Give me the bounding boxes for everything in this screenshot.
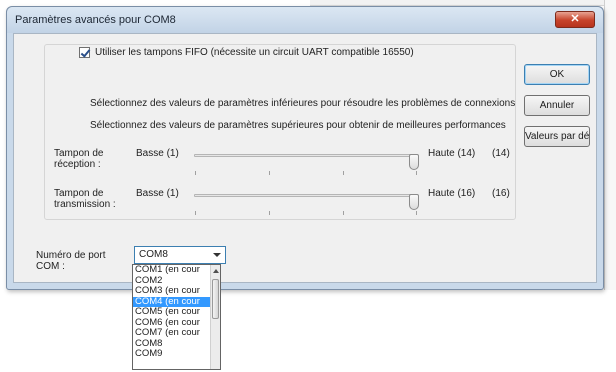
- close-icon: ✕: [570, 13, 580, 25]
- advanced-settings-dialog: Paramètres avancés pour COM8 ✕ Utiliser …: [6, 6, 604, 290]
- transmit-buffer-row: Tampon de transmission : Basse (1) Haute…: [54, 188, 524, 218]
- transmit-value: (16): [492, 188, 510, 199]
- dialog-title: Paramètres avancés pour COM8: [15, 14, 176, 26]
- slider-tick: [416, 171, 417, 175]
- dropdown-options: COM1 (en cour COM2 COM3 (en cour COM4 (en c…: [133, 265, 211, 360]
- cancel-button[interactable]: Annuler: [524, 95, 590, 116]
- com-port-label: Numéro de port COM :: [36, 250, 106, 272]
- receive-buffer-label: Tampon de réception :: [54, 148, 104, 170]
- receive-low-label: Basse (1): [136, 148, 179, 159]
- fifo-checkbox[interactable]: [79, 47, 90, 58]
- receive-slider-thumb[interactable]: [409, 154, 419, 170]
- dropdown-option[interactable]: COM5 (en cour: [133, 307, 211, 318]
- transmit-buffer-label: Tampon de transmission :: [54, 188, 116, 210]
- slider-tick: [416, 211, 417, 215]
- background-window-edge-right: [604, 0, 616, 290]
- receive-high-label: Haute (14): [428, 148, 476, 159]
- dropdown-option[interactable]: COM7 (en cour: [133, 328, 211, 339]
- com-port-select[interactable]: COM8: [134, 246, 226, 264]
- transmit-high-label: Haute (16): [428, 188, 476, 199]
- dropdown-option[interactable]: COM4 (en cour: [133, 296, 211, 307]
- slider-tick: [195, 171, 196, 175]
- scrollbar-thumb[interactable]: [212, 279, 219, 319]
- com-port-selected-value: COM8: [139, 249, 168, 260]
- dropdown-option[interactable]: COM3 (en cour: [133, 286, 211, 297]
- dialog-body: Utiliser les tampons FIFO (nécessite un …: [13, 33, 597, 283]
- transmit-buffer-slider[interactable]: [194, 194, 419, 215]
- close-button[interactable]: ✕: [555, 11, 595, 28]
- dropdown-option[interactable]: COM1 (en cour: [133, 265, 211, 276]
- fifo-option[interactable]: Utiliser les tampons FIFO (nécessite un …: [75, 47, 418, 58]
- description-higher: Sélectionnez des valeurs de paramètres s…: [90, 120, 506, 131]
- description-lower: Sélectionnez des valeurs de paramètres i…: [90, 98, 516, 109]
- dropdown-scrollbar[interactable]: [210, 265, 220, 369]
- dropdown-option[interactable]: COM6 (en cour: [133, 318, 211, 329]
- slider-tick: [269, 171, 270, 175]
- transmit-low-label: Basse (1): [136, 188, 179, 199]
- ok-button[interactable]: OK: [524, 64, 590, 85]
- slider-tick: [195, 211, 196, 215]
- slider-tick: [343, 211, 344, 215]
- dropdown-option[interactable]: COM9: [133, 349, 211, 360]
- transmit-slider-thumb[interactable]: [409, 194, 419, 210]
- title-bar[interactable]: Paramètres avancés pour COM8 ✕: [7, 7, 603, 33]
- chevron-up-icon[interactable]: [213, 269, 219, 273]
- receive-value: (14): [492, 148, 510, 159]
- receive-buffer-row: Tampon de réception : Basse (1) Haute (1…: [54, 148, 524, 178]
- com-port-dropdown-list[interactable]: COM1 (en cour COM2 COM3 (en cour COM4 (en c…: [132, 264, 221, 370]
- slider-tick: [269, 211, 270, 215]
- fifo-label: Utiliser les tampons FIFO (nécessite un …: [95, 47, 414, 58]
- defaults-button[interactable]: Valeurs par défaut: [524, 126, 590, 147]
- dropdown-option[interactable]: COM8: [133, 339, 211, 350]
- receive-buffer-slider[interactable]: [194, 154, 419, 175]
- dropdown-option[interactable]: COM2: [133, 276, 211, 287]
- slider-tick: [343, 171, 344, 175]
- chevron-down-icon: [213, 253, 221, 257]
